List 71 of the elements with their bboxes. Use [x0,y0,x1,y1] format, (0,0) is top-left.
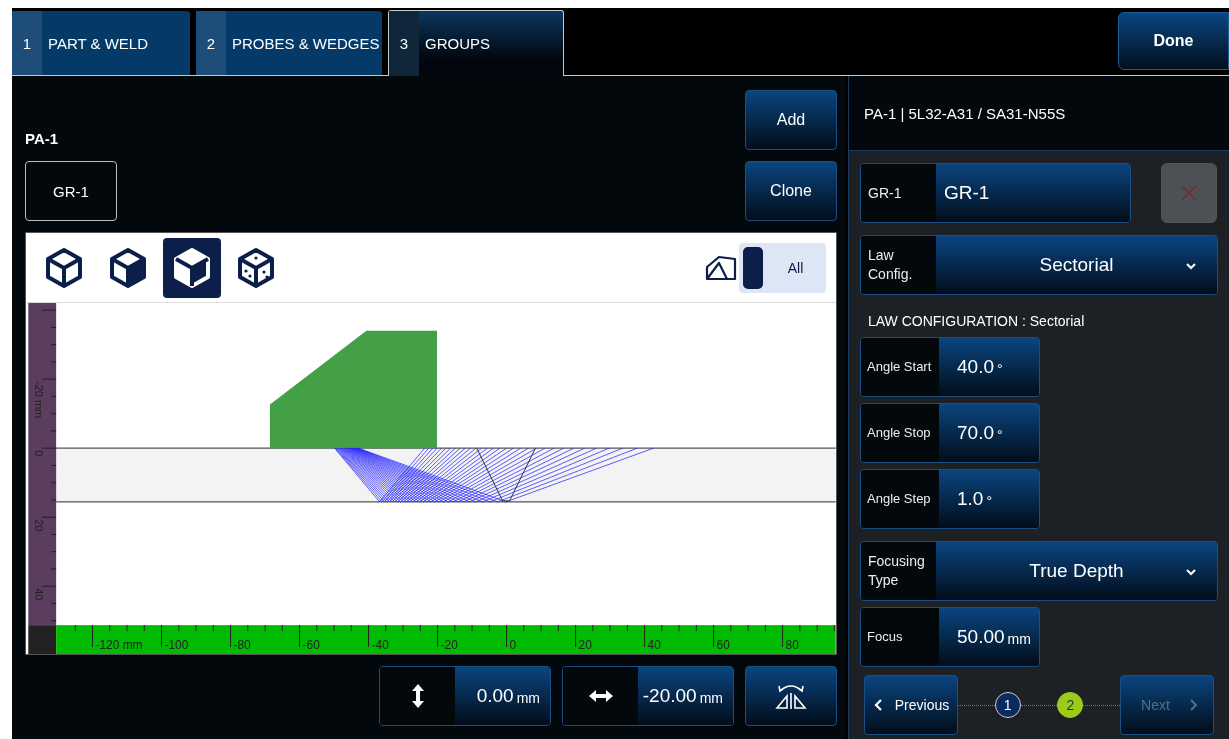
ruler-corner [28,625,57,654]
offset-value: 0.00 [476,685,514,707]
chevron-down-icon [1185,568,1197,576]
field-label: Angle Step [861,470,939,528]
index-label: -120 mm [95,638,143,653]
depth-label: 20 [33,519,46,532]
index-label: -20 [440,638,458,653]
number-field[interactable]: Angle Start 40.0° [860,337,1040,397]
offset-field[interactable]: -20.00 mm [562,666,734,726]
depth-label: 0 [33,450,46,457]
group-button[interactable]: GR-1 [25,161,117,221]
rotate-probe-button[interactable] [745,666,837,726]
index-label: -80 [233,638,251,653]
index-label: 40 [647,638,661,653]
field-label: GR-1 [861,164,936,222]
probe-title: PA-1 | 5L32-A31 / SA31-N55S [864,104,1066,122]
field-label: Focusing Type [861,542,936,600]
index-label: 60 [716,638,730,653]
unit-label: mm [516,689,540,706]
field-value: 50.00 [957,626,1005,648]
chevron-right-icon [1189,698,1199,712]
index-label: -100 [164,638,189,653]
step-indicator[interactable]: 1 [994,692,1021,718]
vertical-arrow-icon [409,682,426,710]
field-label: Angle Start [861,338,939,396]
step-tab[interactable]: 2 PROBES & WEDGES [196,11,382,75]
field-value: 70.0 [957,422,994,444]
action-button[interactable]: Add [745,90,837,150]
number-field[interactable]: Angle Stop 70.0° [860,403,1040,463]
index-label: -40 [371,638,389,653]
action-button[interactable]: Clone [745,161,837,221]
group-name-field[interactable]: GR-1 GR-1 [860,163,1131,223]
number-field[interactable]: Focus 50.00 mm [860,607,1040,667]
cube-view-button[interactable] [163,237,221,298]
dropdown-field[interactable]: Law Config. Sectorial [860,235,1218,295]
all-toggle[interactable]: All [739,242,826,293]
depth-label: -20 mm [33,381,46,419]
step-tab[interactable]: 1 PART & WELD [12,11,190,75]
field-value: True Depth [1029,560,1124,582]
dropdown-field[interactable]: Focusing Type True Depth [860,541,1218,601]
chevron-down-icon [1185,262,1197,270]
field-value: 1.0 [957,488,984,510]
previous-button[interactable]: Previous [864,675,958,735]
weld-bevel-line [476,447,536,502]
field-value: GR-1 [936,164,1130,222]
field-value: Sectorial [1039,254,1114,276]
step-indicator[interactable]: 2 [1057,692,1084,718]
unit-label: ° [997,426,1003,443]
index-label: 80 [785,638,799,653]
field-value: 40.0 [957,356,994,378]
unit-label: ° [997,360,1003,377]
done-button[interactable]: Done [1118,12,1229,70]
depth-label: 40 [33,588,46,601]
index-label: 20 [578,638,592,653]
field-label: Law Config. [861,236,936,294]
unit-label: mm [699,689,723,706]
probe-label: PA-1 [25,130,60,147]
section-heading: LAW CONFIGURATION : Sectorial [868,313,1086,329]
close-icon [1180,184,1198,202]
unit-label: mm [1007,630,1031,647]
field-label: Focus [861,608,939,666]
index-label: -60 [302,638,320,653]
field-label: Angle Stop [861,404,939,462]
step-tab[interactable]: 3 GROUPS [388,10,564,76]
chevron-left-icon [872,698,883,712]
offset-value: -20.00 [642,685,697,707]
home-view-icon[interactable] [705,254,737,281]
offset-field[interactable]: 0.00 mm [379,666,551,726]
index-label: 0 [509,638,517,653]
unit-label: ° [986,492,993,509]
number-field[interactable]: Angle Step 1.0° [860,469,1040,529]
